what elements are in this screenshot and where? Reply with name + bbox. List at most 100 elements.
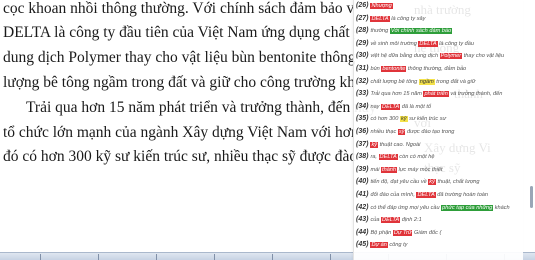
document-line: tổ chức lớn mạnh của ngành Xây dựng Việt… xyxy=(3,124,355,141)
highlighted-term: DELTA xyxy=(370,15,390,22)
sentence-row[interactable]: (26) Nhượng xyxy=(356,0,523,12)
sentence-number: (29) xyxy=(356,39,369,47)
highlighted-term: DELTA xyxy=(381,217,401,224)
highlighted-term: Với chính sách đảm bảo xyxy=(389,28,453,35)
sentence-text: Bộ phận xyxy=(370,229,393,236)
sentence-row[interactable]: (34) nay DELTA đã là một tổ xyxy=(356,101,523,113)
sentence-number: (32) xyxy=(356,77,369,85)
sentence-text: Trải qua hơn 15 năm xyxy=(370,91,424,98)
sentence-number: (30) xyxy=(356,52,369,60)
sentence-row[interactable]: (31) bùn bentonite thông thường, đảm bảo xyxy=(356,63,523,75)
sentence-row[interactable]: (33) Trải qua hơn 15 năm phát triển và tr… xyxy=(356,88,523,100)
document-line: dung dịch Polymer thay cho vật liệu bùn … xyxy=(3,49,355,66)
highlighted-term: kỹ xyxy=(399,116,408,123)
ruler-tick xyxy=(40,254,41,260)
sentence-text: được đào tạo trong xyxy=(405,129,455,135)
sentence-row[interactable]: (28) thường Với chính sách đảm bảo xyxy=(356,25,523,37)
sentence-number: (45) xyxy=(356,241,369,249)
sentence-row[interactable]: (35) có hơn 300 kỹ sư kiến trúc sư xyxy=(356,113,523,125)
document-line: Trải qua hơn 15 năm phát triển và trưởng… xyxy=(26,99,377,116)
sentence-number: (41) xyxy=(356,191,369,198)
sentence-text: đối đáo của mình, xyxy=(370,192,417,198)
sentence-row[interactable]: (32) chất lượng bê tông ngầm trong đất và… xyxy=(356,76,523,88)
sentence-row[interactable]: (45) Dự án công ty xyxy=(356,239,523,251)
sentence-text: là công ty xây xyxy=(389,15,426,22)
ruler-tick xyxy=(98,254,99,260)
sentence-text: trong đất và giữ xyxy=(434,78,476,85)
sentence-text: việt hệ dữa bằng dung dịch xyxy=(370,53,440,60)
sentence-row[interactable]: (44) Bộ phận Dự Trữ Giám đốc ( xyxy=(356,227,523,239)
sentence-row[interactable]: (27) DELTA là công ty xây xyxy=(356,13,523,25)
sentence-text: thường xyxy=(370,28,390,35)
highlighted-term: DELTA xyxy=(381,103,401,110)
sentence-row[interactable]: (43) của DELTA định 2:1 xyxy=(356,214,523,226)
sentence-text: có thể đáp ứng mọi yêu cầu xyxy=(370,204,442,211)
sentence-row[interactable]: (39) mái thành lực máy móc thiết xyxy=(356,164,523,176)
sentence-list-panel[interactable]: nhà trường hệ thống thành với Xây dựng Vi thạ… xyxy=(353,0,523,260)
sentence-text: thay cho vật liệu xyxy=(462,53,505,60)
sentence-text: có hơn 300 xyxy=(370,116,400,123)
highlighted-term: DELTA xyxy=(416,192,436,198)
document-line: cọc khoan nhồi thông thường. Với chính s… xyxy=(3,0,355,17)
highlighted-term: Nhượng xyxy=(370,3,393,9)
highlighted-term: thành xyxy=(381,166,398,173)
sentence-row[interactable]: (29) về sinh môi trường DELTA là công ty … xyxy=(356,38,523,50)
sentence-text: Giám đốc ( xyxy=(412,229,442,236)
sentence-text: là công ty đầu xyxy=(437,40,475,47)
highlighted-term: bentonite xyxy=(381,66,407,72)
sentence-number: (33) xyxy=(356,90,369,98)
sentence-text: thuật, chất lượng xyxy=(435,179,480,186)
sentence-row[interactable]: (42) có thể đáp ứng mọi yêu cầu phức tạp … xyxy=(356,202,523,214)
highlighted-term: DELTA xyxy=(418,40,438,47)
sentence-number: (34) xyxy=(356,102,369,110)
highlighted-term: DELTA xyxy=(378,154,398,161)
sentence-number: (26) xyxy=(356,2,369,9)
highlighted-term: Polymer xyxy=(439,53,463,60)
sentence-number: (43) xyxy=(356,216,369,224)
sentence-text: nay xyxy=(370,103,382,110)
sentence-row[interactable]: (30) việt hệ dữa bằng dung dịch Polymer t… xyxy=(356,50,523,62)
ruler-tick xyxy=(156,254,157,260)
sentence-text: ra, xyxy=(370,154,379,161)
document-line: lượng bê tông ngầm trong đất và giữ cho … xyxy=(3,74,355,91)
sentence-text: về sinh môi trường xyxy=(370,40,419,47)
sentence-text: và trưởng thành, đến xyxy=(448,91,503,98)
sentence-text: thuật cao. Ngoài xyxy=(378,141,421,148)
sentence-row[interactable]: (36) nhiều thạc sỹ được đào tạo trong xyxy=(356,126,523,138)
sentence-number: (28) xyxy=(356,27,369,35)
sentence-number: (37) xyxy=(356,140,369,148)
sentence-row[interactable]: (40) tiến độ, đạt yêu cầu về kỹ thuật, ch… xyxy=(356,176,523,188)
sentence-text: lực máy móc thiết xyxy=(397,166,443,173)
ruler-tick xyxy=(214,254,215,260)
sentence-row[interactable]: (38) ra, DELTA còn có một hệ xyxy=(356,151,523,163)
sentence-text: mái xyxy=(370,166,382,173)
highlighted-term: Dự Trữ xyxy=(392,229,413,236)
sentence-row[interactable]: (41) đối đáo của mình, DELTA đã trường ho… xyxy=(356,189,523,201)
sentence-text: định 2:1 xyxy=(400,217,422,224)
scrollbar-thumb[interactable] xyxy=(530,186,533,208)
sentence-row[interactable]: (37) kỹ thuật cao. Ngoài xyxy=(356,139,523,151)
sentence-number: (40) xyxy=(356,178,369,186)
sentence-text: tiến độ, đạt yêu cầu về xyxy=(370,179,429,186)
sentence-number: (31) xyxy=(356,65,369,72)
highlighted-term: Dự án xyxy=(370,242,388,249)
ruler-tick xyxy=(272,254,273,260)
highlighted-term: ngầm xyxy=(418,78,435,85)
highlighted-term: kỹ xyxy=(370,141,379,148)
sentence-text: chất lượng bê tông xyxy=(370,78,419,85)
sentence-text: đã là một tổ xyxy=(400,103,432,110)
sentence-text: khách xyxy=(493,204,510,211)
sentence-text: thông thường, đảm bảo xyxy=(406,66,467,72)
ruler-tick xyxy=(330,254,331,260)
highlighted-term: phát triển xyxy=(423,91,449,98)
sentence-number: (27) xyxy=(356,14,369,22)
sentence-text: đã trường hoàn toàn xyxy=(435,192,489,198)
sentence-text: còn có một hệ xyxy=(397,154,435,161)
highlighted-term: phức tạp của những xyxy=(441,204,494,211)
sentence-number: (44) xyxy=(356,228,369,236)
sentence-text: công ty xyxy=(387,242,408,249)
sentence-number: (38) xyxy=(356,153,369,161)
sentence-number: (42) xyxy=(356,203,369,211)
sentence-number: (36) xyxy=(356,128,369,135)
document-line: DELTA là công ty đầu tiên của Việt Nam ứ… xyxy=(3,24,355,41)
